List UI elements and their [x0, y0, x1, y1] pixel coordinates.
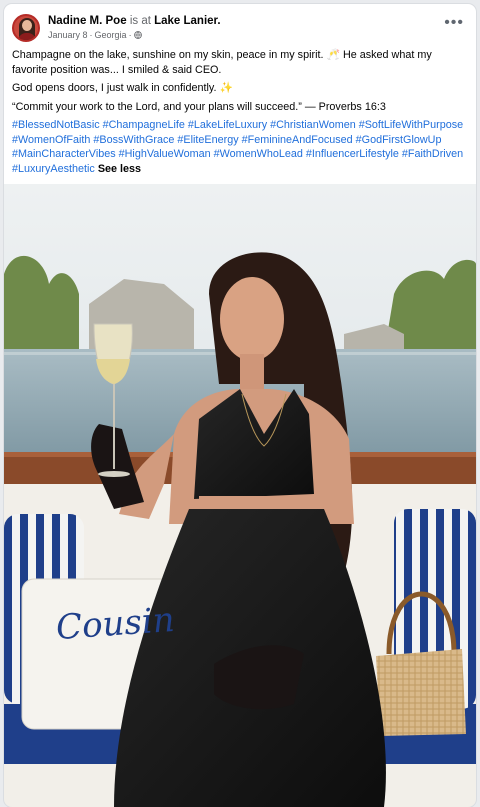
- post-date[interactable]: January 8: [48, 30, 88, 40]
- more-dots-icon[interactable]: •••: [444, 15, 464, 31]
- meta-separator: ·: [89, 30, 93, 40]
- location-link[interactable]: Lake Lanier.: [154, 15, 220, 27]
- post-photo[interactable]: [4, 184, 476, 807]
- line2-text: God opens doors, I just walk in confiden…: [12, 82, 217, 94]
- author-avatar[interactable]: [12, 14, 40, 42]
- see-less-button[interactable]: See less: [98, 163, 141, 175]
- post-line-2: God opens doors, I just walk in confiden…: [12, 81, 468, 96]
- globe-icon[interactable]: [133, 31, 142, 39]
- post-meta: January 8 · Georgia ·: [48, 30, 142, 40]
- author-line: Nadine M. Poe is at Lake Lanier.: [48, 15, 221, 27]
- post-line-3: “Commit your work to the Lord, and your …: [12, 100, 386, 113]
- meta-separator-2: ·: [128, 30, 132, 40]
- sparkles-emoji-icon: ✨: [219, 82, 233, 94]
- post-card: Nadine M. Poe is at Lake Lanier. January…: [4, 4, 476, 807]
- author-name[interactable]: Nadine M. Poe: [48, 15, 127, 27]
- champagne-emoji-icon: 🥂: [326, 49, 340, 61]
- post-header: Nadine M. Poe is at Lake Lanier. January…: [4, 4, 476, 46]
- post-text: Champagne on the lake, sunshine on my sk…: [12, 48, 468, 180]
- cousin-pillow-text: Cousin: [54, 599, 176, 649]
- post-place: Georgia: [94, 30, 127, 40]
- post-hashtags: #BlessedNotBasic #ChampagneLife #LakeLif…: [12, 118, 468, 176]
- post-line-1: Champagne on the lake, sunshine on my sk…: [12, 48, 468, 77]
- face: [220, 277, 284, 361]
- line1-text: Champagne on the lake, sunshine on my sk…: [12, 49, 324, 61]
- straw-basket: [376, 649, 466, 736]
- hashtag-list[interactable]: #BlessedNotBasic #ChampagneLife #LakeLif…: [12, 119, 463, 175]
- is-at-text: is at: [129, 15, 151, 27]
